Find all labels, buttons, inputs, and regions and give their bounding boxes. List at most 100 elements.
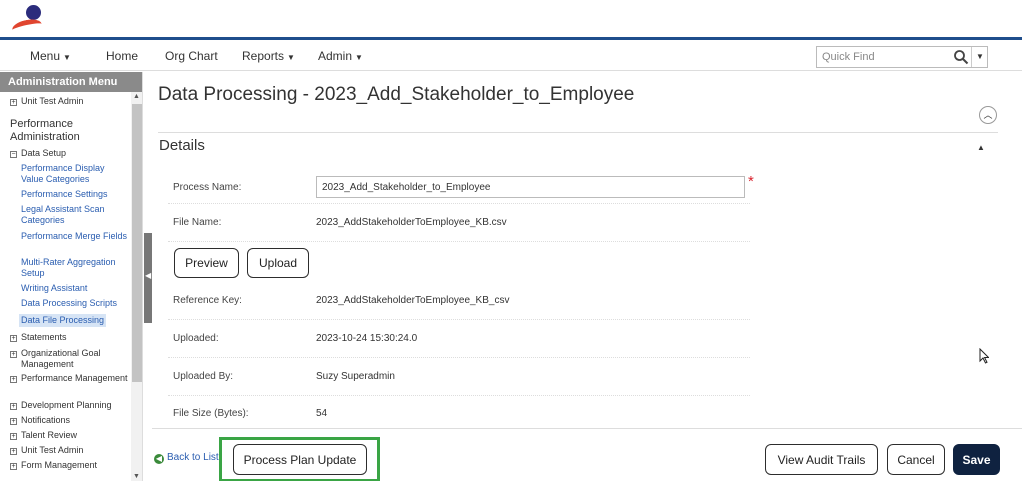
sidebar-item-label: Unit Test Admin bbox=[21, 445, 84, 455]
uploaded-by-label: Uploaded By: bbox=[173, 371, 234, 382]
chevron-down-icon: ▼ bbox=[355, 53, 363, 62]
cancel-button[interactable]: Cancel bbox=[887, 444, 945, 475]
arrow-left-icon: ◀ bbox=[154, 454, 164, 464]
sidebar-link-display-value-categories[interactable]: Performance Display Value Categories bbox=[21, 163, 129, 185]
caret-up-icon: ▲ bbox=[977, 143, 985, 152]
nav-reports-label: Reports bbox=[242, 49, 285, 63]
back-to-list-link[interactable]: ◀ Back to List bbox=[154, 452, 219, 464]
chevron-up-icon: ︿ bbox=[983, 110, 993, 120]
expand-icon[interactable]: + bbox=[10, 448, 17, 455]
sidebar-item-talent-review[interactable]: + Talent Review bbox=[10, 430, 130, 441]
chevron-down-icon: ▼ bbox=[287, 53, 295, 62]
sidebar-item-label: Statements bbox=[21, 332, 67, 342]
expand-icon[interactable]: + bbox=[10, 335, 17, 342]
logo-dot bbox=[26, 5, 41, 20]
quick-find: ▼ bbox=[816, 46, 988, 68]
upload-button[interactable]: Upload bbox=[247, 248, 309, 278]
file-name-value: 2023_AddStakeholderToEmployee_KB.csv bbox=[316, 217, 507, 228]
sidebar-item-statements[interactable]: + Statements bbox=[10, 332, 130, 343]
uploaded-label: Uploaded: bbox=[173, 333, 219, 344]
expand-icon[interactable]: + bbox=[10, 433, 17, 440]
sidebar-item-label: Performance Management bbox=[21, 373, 128, 383]
process-name-input[interactable] bbox=[316, 176, 745, 198]
admin-sidebar: Administration Menu + Unit Test Admin Per… bbox=[0, 72, 143, 481]
sidebar-scrollbar[interactable]: ▲ ▼ bbox=[131, 92, 142, 481]
scroll-up-icon[interactable]: ▲ bbox=[133, 93, 140, 100]
sidebar-link-data-file-processing[interactable]: Data File Processing bbox=[19, 314, 107, 327]
expand-icon[interactable]: + bbox=[10, 403, 17, 410]
sidebar-link-merge-fields[interactable]: Performance Merge Fields bbox=[21, 231, 129, 242]
nav-menu[interactable]: Menu ▼ bbox=[30, 49, 71, 63]
sidebar-section-title: Performance Administration bbox=[10, 118, 80, 143]
view-audit-trails-button[interactable]: View Audit Trails bbox=[765, 444, 878, 475]
expand-icon[interactable]: + bbox=[10, 418, 17, 425]
nav-admin[interactable]: Admin ▼ bbox=[318, 49, 363, 63]
nav-menu-label: Menu bbox=[30, 49, 61, 63]
sidebar-item-label: Unit Test Admin bbox=[21, 96, 84, 106]
quick-find-input[interactable] bbox=[817, 47, 947, 67]
scroll-down-icon[interactable]: ▼ bbox=[133, 473, 140, 480]
page-title: Data Processing - 2023_Add_Stakeholder_t… bbox=[158, 84, 635, 105]
field-row-file-name: File Name: 2023_AddStakeholderToEmployee… bbox=[168, 204, 750, 242]
sidebar-item-label: Form Management bbox=[21, 460, 98, 470]
file-size-value: 54 bbox=[316, 408, 328, 419]
expand-icon[interactable]: + bbox=[10, 376, 17, 383]
preview-button[interactable]: Preview bbox=[174, 248, 239, 278]
sidebar-link-multi-rater[interactable]: Multi-Rater Aggregation Setup bbox=[21, 257, 129, 279]
company-logo[interactable] bbox=[10, 5, 46, 37]
sidebar-item-label: Notifications bbox=[21, 415, 71, 425]
sidebar-item-dev-planning[interactable]: + Development Planning bbox=[10, 400, 130, 411]
sidebar-item-data-setup[interactable]: − Data Setup bbox=[10, 148, 130, 159]
field-row-uploaded: Uploaded: 2023-10-24 15:30:24.0 bbox=[168, 320, 750, 358]
sidebar-header: Administration Menu bbox=[0, 72, 142, 92]
logo-swoosh bbox=[10, 17, 44, 37]
sidebar-link-data-processing-scripts[interactable]: Data Processing Scripts bbox=[21, 298, 129, 309]
sidebar-item-label: Data Setup bbox=[21, 148, 67, 158]
sidebar-item-notifications[interactable]: + Notifications bbox=[10, 415, 130, 426]
sidebar-item-unit-test-admin[interactable]: + Unit Test Admin bbox=[10, 445, 130, 456]
reference-key-value: 2023_AddStakeholderToEmployee_KB_csv bbox=[316, 295, 510, 306]
expand-icon[interactable]: + bbox=[10, 351, 17, 358]
nav-reports[interactable]: Reports ▼ bbox=[242, 49, 295, 63]
uploaded-value: 2023-10-24 15:30:24.0 bbox=[316, 333, 418, 344]
reference-key-label: Reference Key: bbox=[173, 295, 242, 306]
chevron-left-icon: ◀ bbox=[145, 271, 152, 280]
mouse-cursor-icon bbox=[979, 348, 989, 364]
quick-find-dropdown[interactable]: ▼ bbox=[971, 47, 988, 67]
expand-icon[interactable]: + bbox=[10, 99, 17, 106]
nav-home[interactable]: Home bbox=[106, 49, 138, 63]
sidebar-item-label: Development Planning bbox=[21, 400, 112, 410]
field-row-reference-key: Reference Key: 2023_AddStakeholderToEmpl… bbox=[168, 282, 750, 320]
uploaded-by-value: Suzy Superadmin bbox=[316, 371, 395, 382]
field-row-file-size: File Size (Bytes): 54 bbox=[168, 396, 750, 432]
details-collapse-toggle[interactable]: ▲ bbox=[977, 143, 985, 152]
main-nav: Menu▼ Home Org Chart Reports▼ Admin▼ ▼ bbox=[0, 43, 1022, 71]
required-marker: * bbox=[748, 173, 754, 190]
sidebar-link-writing-assistant[interactable]: Writing Assistant bbox=[21, 283, 129, 294]
field-row-uploaded-by: Uploaded By: Suzy Superadmin bbox=[168, 358, 750, 396]
expand-icon[interactable]: + bbox=[10, 463, 17, 470]
sidebar-item-perf-mgmt[interactable]: + Performance Management bbox=[10, 373, 128, 384]
nav-org-chart[interactable]: Org Chart bbox=[165, 49, 218, 63]
save-button[interactable]: Save bbox=[953, 444, 1000, 475]
action-bar: ◀ Back to List Process Plan Update View A… bbox=[152, 428, 1022, 481]
sidebar-link-performance-settings[interactable]: Performance Settings bbox=[21, 189, 129, 200]
divider bbox=[158, 132, 998, 133]
process-name-label: Process Name: bbox=[173, 182, 242, 193]
collapse-icon[interactable]: − bbox=[10, 151, 17, 158]
back-to-list-label: Back to List bbox=[167, 452, 219, 463]
nav-admin-label: Admin bbox=[318, 49, 353, 63]
sidebar-link-legal-assistant[interactable]: Legal Assistant Scan Categories bbox=[21, 204, 129, 226]
process-plan-update-button[interactable]: Process Plan Update bbox=[233, 444, 367, 475]
sidebar-scroll-thumb[interactable] bbox=[132, 104, 142, 382]
search-icon[interactable] bbox=[953, 49, 969, 65]
sidebar-collapse-handle[interactable]: ◀ bbox=[144, 233, 152, 323]
file-name-label: File Name: bbox=[173, 217, 222, 228]
sidebar-item-org-goal[interactable]: + Organizational Goal Management bbox=[10, 348, 128, 370]
chevron-down-icon: ▼ bbox=[63, 53, 71, 62]
scroll-to-top-button[interactable]: ︿ bbox=[979, 106, 997, 124]
file-size-label: File Size (Bytes): bbox=[173, 408, 249, 419]
chevron-down-icon: ▼ bbox=[976, 52, 984, 61]
sidebar-item-form-management[interactable]: + Form Management bbox=[10, 460, 130, 471]
sidebar-item-unit-test-admin-top[interactable]: + Unit Test Admin bbox=[10, 96, 130, 107]
